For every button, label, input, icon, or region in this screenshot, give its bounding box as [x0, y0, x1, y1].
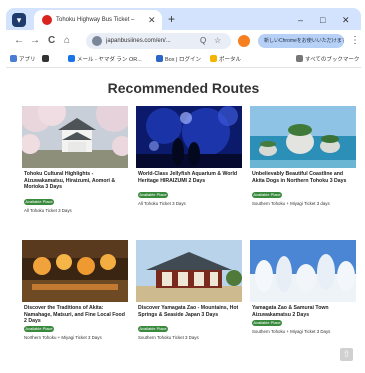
- route-title[interactable]: Unbelievably Beautiful Coastline and Aki…: [252, 171, 354, 184]
- maximize-button[interactable]: □: [320, 14, 325, 26]
- back-button[interactable]: ←: [14, 34, 24, 48]
- route-image-lanterns[interactable]: [22, 240, 128, 302]
- route-image-jellyfish[interactable]: [136, 106, 242, 168]
- box-icon: [156, 55, 163, 62]
- zoom-icon[interactable]: Q: [200, 35, 206, 47]
- route-title[interactable]: World-Class Jellyfish Aquarium & World H…: [138, 171, 240, 184]
- site-favicon-icon: [42, 15, 52, 25]
- availability-badge: Available Place: [252, 192, 282, 198]
- route-card[interactable]: Discover Yamagata Zao - Mountains, Hot S…: [136, 240, 242, 358]
- route-card[interactable]: Discover the Traditions of Akita: Namaha…: [22, 240, 128, 358]
- url-text[interactable]: japanbusiines.com/en/...: [106, 35, 192, 47]
- route-image-temple[interactable]: [136, 240, 242, 302]
- tab-search-icon[interactable]: ▾: [12, 13, 26, 27]
- bookmark-grid[interactable]: [42, 55, 51, 65]
- availability-badge: Available Place: [24, 326, 54, 332]
- minimize-button[interactable]: –: [298, 14, 303, 26]
- route-title[interactable]: Tohoku Cultural Highlights - Aizuwakamat…: [24, 171, 126, 191]
- folder-icon: [296, 55, 303, 62]
- bookmark-apps[interactable]: アプリ: [10, 55, 36, 65]
- tab-close-icon[interactable]: ✕: [148, 14, 156, 26]
- route-title[interactable]: Yamagata Zao & Samurai Town Aizuwakamats…: [252, 305, 354, 318]
- reload-button[interactable]: C: [48, 34, 55, 48]
- forward-button[interactable]: →: [30, 34, 40, 48]
- page-title: Recommended Routes: [107, 80, 260, 96]
- apps-icon: [10, 55, 17, 62]
- bookmarks-bar: アプリ メール - ヤマダ ラン OR... Box | ログイン ポータル す…: [6, 52, 361, 68]
- browser-menu-icon[interactable]: ⋮: [350, 34, 360, 48]
- bookmark-mail[interactable]: メール - ヤマダ ラン OR...: [68, 55, 142, 65]
- bookmark-star-icon[interactable]: ☆: [214, 35, 221, 47]
- new-tab-button[interactable]: +: [168, 12, 175, 26]
- page-content: Recommended Routes Tohoku Cultural Highl…: [6, 68, 361, 373]
- close-window-button[interactable]: ✕: [342, 14, 350, 26]
- browser-tab[interactable]: Tohoku Highway Bus Ticket – ✕: [34, 10, 162, 30]
- mail-icon: [68, 55, 75, 62]
- browser-window: ▾ Tohoku Highway Bus Ticket – ✕ + – □ ✕ …: [0, 0, 365, 373]
- tab-strip: ▾ Tohoku Highway Bus Ticket – ✕ + – □ ✕: [6, 8, 361, 30]
- browser-toolbar: ← → C ⌂ japanbusiines.com/en/... Q ☆ 新しい…: [6, 30, 361, 52]
- ticket-label: Northern Tohoku + Miyagi Ticket 3 Days: [24, 335, 102, 340]
- availability-badge: Available Place: [24, 199, 54, 205]
- route-image-snow-monsters[interactable]: [250, 240, 356, 302]
- ticket-label: Southern Tohoku + Miyagi Ticket 3 Days: [252, 329, 331, 334]
- site-info-icon[interactable]: [92, 36, 102, 46]
- bookmark-portal[interactable]: ポータル: [210, 55, 241, 65]
- route-title[interactable]: Discover the Traditions of Akita: Namaha…: [24, 305, 126, 325]
- bookmark-box[interactable]: Box | ログイン: [156, 55, 201, 65]
- route-card[interactable]: Tohoku Cultural Highlights - Aizuwakamat…: [22, 106, 128, 224]
- extension-icon[interactable]: [238, 35, 250, 47]
- availability-badge: Available Place: [138, 192, 168, 198]
- scroll-to-top-button[interactable]: ⇧: [340, 348, 353, 361]
- route-card[interactable]: World-Class Jellyfish Aquarium & World H…: [136, 106, 242, 224]
- route-image-sakura-castle[interactable]: [22, 106, 128, 168]
- ticket-label: All Tohoku Ticket 3 Days: [24, 208, 72, 213]
- home-button[interactable]: ⌂: [64, 34, 70, 48]
- tab-title: Tohoku Highway Bus Ticket –: [56, 17, 135, 23]
- availability-badge: Available Place: [138, 326, 168, 332]
- address-bar[interactable]: japanbusiines.com/en/... Q ☆: [86, 33, 231, 49]
- bookmark-all[interactable]: すべてのブックマーク: [296, 55, 359, 65]
- route-card[interactable]: Unbelievably Beautiful Coastline and Aki…: [250, 106, 356, 224]
- portal-icon: [210, 55, 217, 62]
- route-image-coastline[interactable]: [250, 106, 356, 168]
- grid-icon: [42, 55, 49, 62]
- route-card[interactable]: Yamagata Zao & Samurai Town Aizuwakamats…: [250, 240, 356, 358]
- ticket-label: Southern Tohoku + Miyagi Ticket 3 days: [252, 201, 330, 206]
- chrome-update-pill[interactable]: 新しいChromeをお使いいただけます: [258, 34, 344, 48]
- availability-badge: Available Place: [252, 320, 282, 326]
- ticket-label: All Tohoku Ticket 3 Days: [138, 201, 186, 206]
- ticket-label: Southern Tohoku Ticket 3 Days: [138, 335, 199, 340]
- route-title[interactable]: Discover Yamagata Zao - Mountains, Hot S…: [138, 305, 240, 318]
